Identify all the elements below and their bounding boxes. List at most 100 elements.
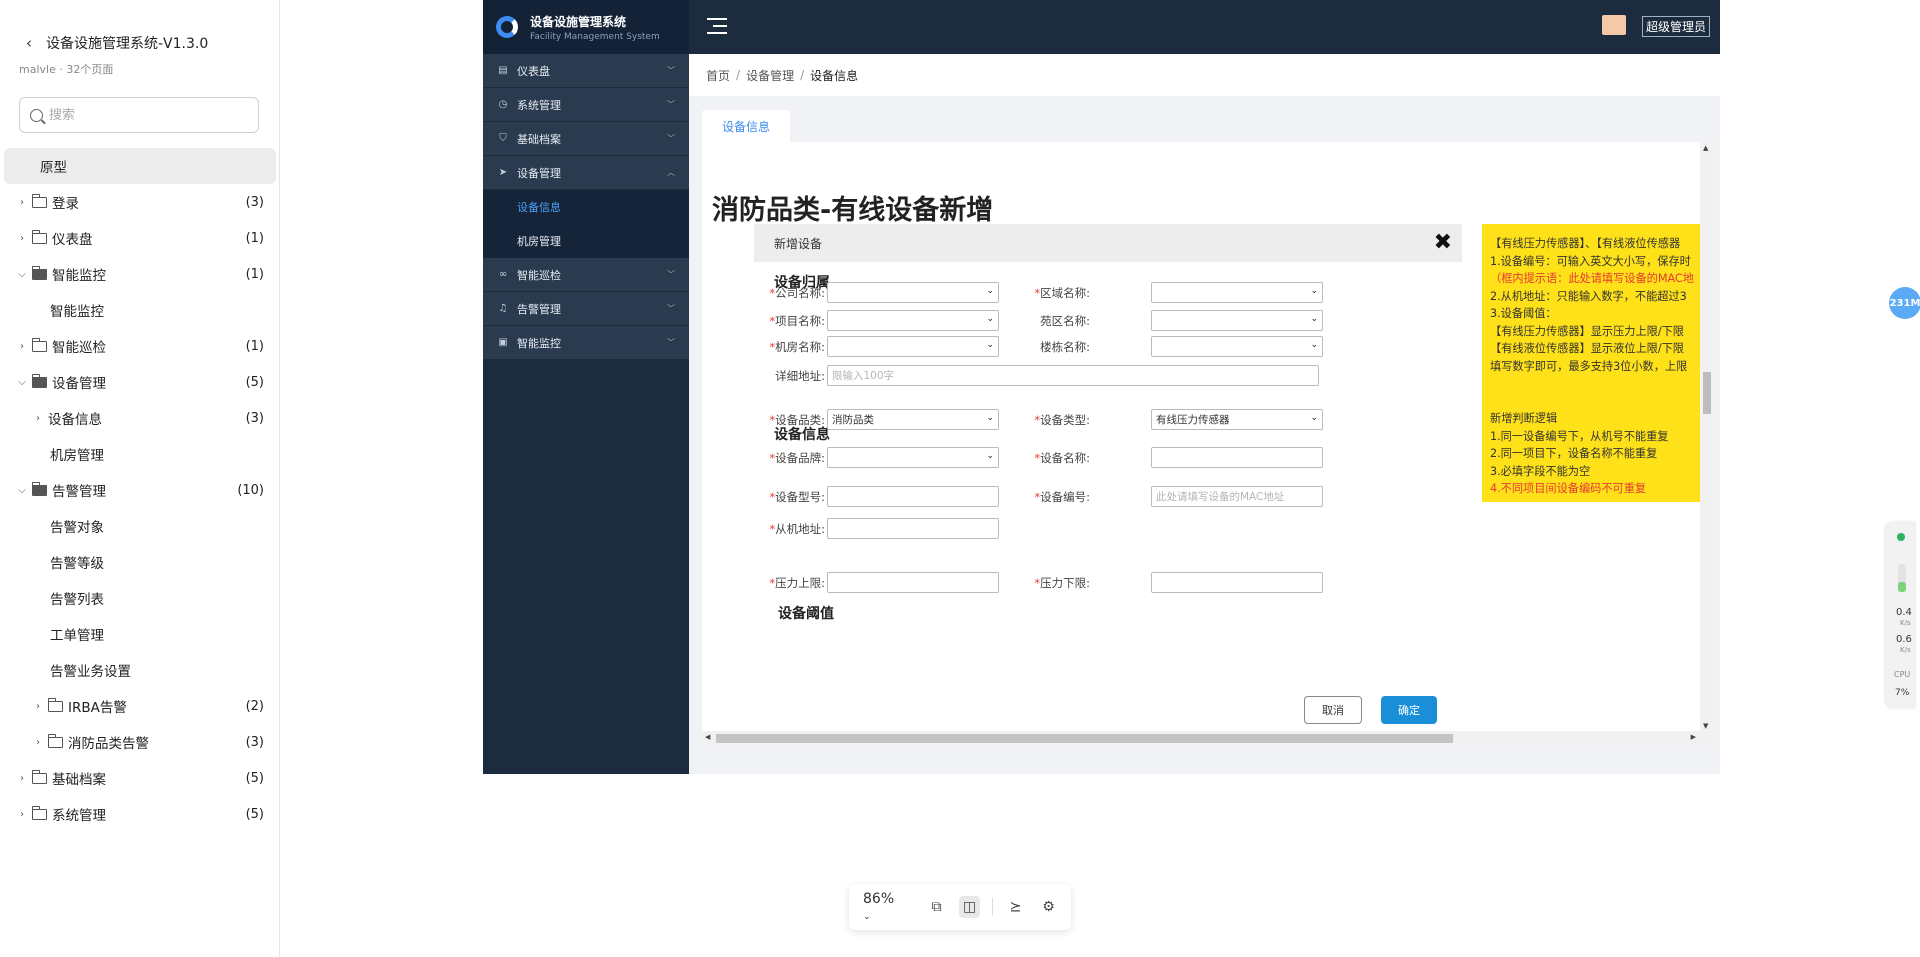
tree-item[interactable]: › 消防品类告警 (3) [4,724,276,760]
tab-device-info[interactable]: 设备信息 [702,110,790,142]
chevron-down-icon[interactable]: ⌵ [16,377,28,388]
tree-item[interactable]: ⌵ 智能监控 (1) [4,256,276,292]
back-arrow-icon[interactable]: ‹ [26,34,32,52]
user-name[interactable]: 超级管理员 [1641,16,1710,37]
zoom-select[interactable]: 86% ⌄ [863,891,904,923]
chevron-down-icon: ﹀ [667,304,675,313]
avatar[interactable] [1602,15,1626,35]
chevron-right-icon[interactable]: › [16,341,28,352]
tree-item[interactable]: 原型 [4,148,276,184]
type-label-text: 设备类型: [1040,413,1090,427]
room-select[interactable]: ⌄ [827,336,999,357]
tree-item[interactable]: › 仪表盘 (1) [4,220,276,256]
scroll-right-icon[interactable]: ▶ [1691,733,1696,741]
tree-item[interactable]: 工单管理 [4,616,276,652]
scroll-left-icon[interactable]: ◀ [705,733,710,741]
share-icon[interactable]: ⪰ [1005,896,1026,918]
tree-item[interactable]: 告警等级 [4,544,276,580]
zoom-value: 86% [863,891,895,907]
tree-item-label: IRBA告警 [68,700,127,716]
menu-item-label: 设备管理 [517,166,561,180]
vertical-scroll-thumb[interactable] [1703,372,1711,414]
settings-gear-icon[interactable]: ⚙ [1038,896,1059,918]
tree-item[interactable]: ⌵ 告警管理 (10) [4,472,276,508]
region-label-text: 区域名称: [1040,286,1090,300]
chevron-right-icon[interactable]: › [32,701,44,712]
park-select[interactable]: ⌄ [1151,310,1323,331]
chevron-right-icon[interactable]: › [16,233,28,244]
page-tree: 原型 › 登录 (3) › 仪表盘 (1) ⌵ 智能监控 (1) 智能监控 › 智能巡检 (1) ⌵ 设备管理… [4,148,276,832]
tree-item-label: 告警列表 [50,592,104,608]
menu-item[interactable]: ♫ 告警管理 ﹀ [483,292,689,326]
close-icon[interactable]: ✖ [1434,230,1452,255]
app-name: 设备设施管理系统 [530,14,627,29]
region-select[interactable]: ⌄ [1151,282,1323,303]
menu-item[interactable]: ➤ 设备管理 ︿ [483,156,689,190]
confirm-button[interactable]: 确定 [1381,696,1437,724]
tree-item[interactable]: › 系统管理 (5) [4,796,276,832]
company-select[interactable]: ⌄ [827,282,999,303]
tree-item[interactable]: 告警业务设置 [4,652,276,688]
tree-item-count: (3) [245,734,264,750]
menu-item[interactable]: ▤ 仪表盘 ﹀ [483,54,689,88]
folder-open-icon [32,265,47,280]
submenu-item[interactable]: 设备信息 [483,190,689,224]
tree-item[interactable]: › 基础档案 (5) [4,760,276,796]
breadcrumb-home[interactable]: 首页 [706,67,730,84]
chevron-down-icon: ⌄ [986,314,994,324]
chevron-down-icon: ﹀ [667,134,675,143]
slave-input[interactable] [827,518,999,539]
tree-item-count: (3) [245,194,264,210]
chevron-right-icon[interactable]: › [16,773,28,784]
lower-input[interactable] [1151,572,1323,593]
menu-item[interactable]: ⛉ 基础档案 ﹀ [483,122,689,156]
tree-item[interactable]: ⌵ 设备管理 (5) [4,364,276,400]
chevron-right-icon[interactable]: › [16,809,28,820]
code-label-text: 设备编号: [1040,490,1090,504]
memory-badge[interactable]: 231M [1889,287,1920,319]
menu-item[interactable]: ▣ 智能监控 ﹀ [483,326,689,360]
chevron-down-icon[interactable]: ⌵ [16,269,28,280]
cancel-button[interactable]: 取消 [1304,696,1362,724]
brand-select[interactable]: ⌄ [827,447,999,468]
chevron-down-icon[interactable]: ⌵ [16,485,28,496]
tree-item[interactable]: 机房管理 [4,436,276,472]
horizontal-scroll-thumb[interactable] [716,734,1453,743]
category-select[interactable]: 消防品类 ⌄ [827,409,999,430]
upper-input[interactable] [827,572,999,593]
menu-item[interactable]: ◷ 系统管理 ﹀ [483,88,689,122]
search-box[interactable] [19,97,259,133]
chevron-right-icon[interactable]: › [16,197,28,208]
tree-item[interactable]: 告警对象 [4,508,276,544]
tree-item[interactable]: › 设备信息 (3) [4,400,276,436]
menu-toggle-icon[interactable] [707,18,727,34]
menu-item-label: 告警管理 [517,302,561,316]
chevron-right-icon[interactable]: › [32,737,44,748]
submenu-item[interactable]: 机房管理 [483,224,689,258]
tree-item[interactable]: › 登录 (3) [4,184,276,220]
breadcrumb-device-mgmt[interactable]: 设备管理 [746,67,794,84]
region-label: *区域名称: [1010,285,1090,301]
horizontal-scrollbar[interactable]: ◀ ▶ [702,731,1714,745]
tree-item[interactable]: 告警列表 [4,580,276,616]
network-monitor-widget[interactable]: 0.4 K/s 0.6 K/s CPU 7% [1886,522,1916,708]
address-input[interactable]: 限输入100字 [827,365,1319,386]
copy-icon[interactable]: ⧉ [926,896,947,918]
menu-item[interactable]: ∞ 智能巡检 ﹀ [483,258,689,292]
chevron-right-icon[interactable]: › [32,413,44,424]
tree-item[interactable]: 智能监控 [4,292,276,328]
type-select[interactable]: 有线压力传感器 ⌄ [1151,409,1323,430]
tree-item[interactable]: › 智能巡检 (1) [4,328,276,364]
project-select[interactable]: ⌄ [827,310,999,331]
building-select[interactable]: ⌄ [1151,336,1323,357]
code-input[interactable]: 此处请填写设备的MAC地址 [1151,486,1323,507]
search-input[interactable] [49,107,239,123]
name-input[interactable] [1151,447,1323,468]
tree-item[interactable]: › IRBA告警 (2) [4,688,276,724]
sidebar-toggle-icon[interactable]: ◫ [959,896,981,918]
scroll-down-icon[interactable]: ▼ [1703,722,1708,730]
scroll-up-icon[interactable]: ▲ [1703,144,1708,152]
type-label: *设备类型: [1010,412,1090,428]
vertical-scrollbar[interactable]: ▲ ▼ [1700,142,1714,732]
model-input[interactable] [827,486,999,507]
